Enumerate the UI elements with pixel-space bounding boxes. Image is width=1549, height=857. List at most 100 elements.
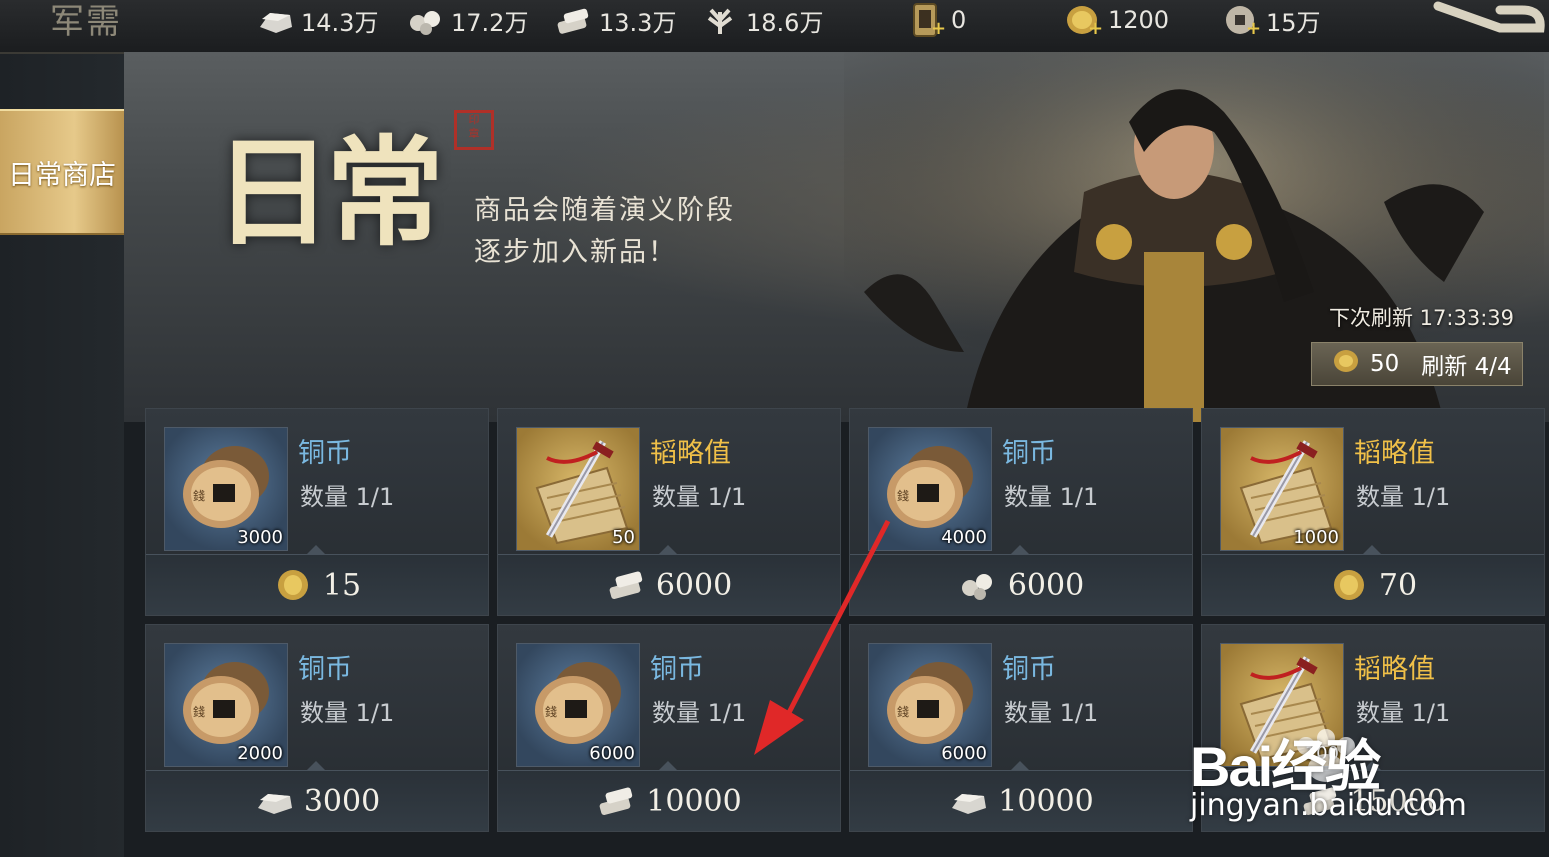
wood-icon <box>958 568 998 602</box>
banner-description: 商品会随着演义阶段 逐步加入新品！ <box>474 190 735 274</box>
plus-icon[interactable]: + <box>931 18 946 39</box>
shop-nav: 日常商店 <box>0 54 124 857</box>
divider-notch <box>1010 761 1030 771</box>
item-name: 铜币 <box>298 438 352 469</box>
copper-coin-icon: 錢 3000 <box>164 427 288 551</box>
divider-notch <box>306 761 326 771</box>
divider-notch <box>658 761 678 771</box>
resource-stone: 14.3万 <box>255 0 378 40</box>
resource-iron: 13.3万 <box>553 0 676 40</box>
item-price: 10000 <box>646 783 742 819</box>
resource-copper[interactable]: + 15万 <box>1220 0 1321 40</box>
iron-icon <box>606 568 646 602</box>
buy-button[interactable]: 6000 <box>850 545 1192 615</box>
iron-icon <box>553 3 593 37</box>
banner-desc-line: 商品会随着演义阶段 <box>474 195 735 226</box>
item-name: 铜币 <box>650 654 704 685</box>
resource-bar: 军需 14.3万 17.2万 13.3万 18.6万 + 0 + 1200 + … <box>0 0 1549 54</box>
resource-value: 15万 <box>1266 8 1321 37</box>
divider-notch <box>658 545 678 555</box>
buy-button[interactable]: 10000 <box>498 761 840 831</box>
annotation-arrow <box>754 519 891 755</box>
item-quantity: 6000 <box>941 743 987 764</box>
item-stock: 数量 1/1 <box>1004 483 1099 511</box>
buy-button[interactable]: 70 <box>1202 545 1544 615</box>
banner-title: 日常 <box>214 123 444 262</box>
seal-stamp: 印章 <box>454 110 494 150</box>
item-quantity: 1000 <box>1293 527 1339 548</box>
item-price: 10000 <box>998 783 1094 819</box>
svg-text:錢: 錢 <box>545 704 557 719</box>
refresh-button[interactable]: 50 刷新 4/4 <box>1311 342 1523 386</box>
plus-icon[interactable]: + <box>1088 18 1103 39</box>
resource-value: 1200 <box>1108 6 1170 34</box>
item-price: 6000 <box>1007 567 1085 603</box>
refresh-countdown: 下次刷新 17:33:39 <box>1329 306 1514 330</box>
resource-value: 13.3万 <box>599 8 677 37</box>
stone-icon <box>254 784 294 818</box>
stone-icon <box>948 784 988 818</box>
svg-text:錢: 錢 <box>193 704 205 719</box>
tab-daily-shop[interactable]: 日常商店 <box>0 109 124 235</box>
item-quantity: 2000 <box>237 743 283 764</box>
item-name: 铜币 <box>1002 438 1056 469</box>
resource-token[interactable]: + 0 <box>905 0 966 40</box>
divider-notch <box>306 545 326 555</box>
shop-item-card[interactable]: 錢 2000 铜币数量 1/1 3000 <box>145 624 489 832</box>
item-stock: 数量 1/1 <box>300 483 395 511</box>
plus-icon[interactable]: + <box>1246 18 1261 39</box>
buy-button[interactable]: 15 <box>146 545 488 615</box>
resource-value: 18.6万 <box>746 8 824 37</box>
resource-wood: 17.2万 <box>405 0 528 40</box>
item-name: 韬略值 <box>650 438 731 469</box>
resource-grain: 18.6万 <box>700 0 823 40</box>
shop-item-card[interactable]: 1000 韬略值数量 1/1 70 <box>1201 408 1545 616</box>
item-stock: 数量 1/1 <box>652 483 747 511</box>
gold-coin-icon <box>1332 348 1360 380</box>
item-stock: 数量 1/1 <box>300 699 395 727</box>
item-name: 铜币 <box>1002 654 1056 685</box>
item-name: 韬略值 <box>1354 654 1435 685</box>
item-stock: 数量 1/1 <box>1356 483 1451 511</box>
resource-value: 0 <box>951 6 967 34</box>
svg-text:錢: 錢 <box>897 488 909 503</box>
scroll-sword-icon: 50 <box>516 427 640 551</box>
item-price: 6000 <box>655 567 733 603</box>
buy-button[interactable]: 10000 <box>850 761 1192 831</box>
item-name: 铜币 <box>298 654 352 685</box>
wood-icon <box>405 3 445 37</box>
resource-value: 14.3万 <box>301 8 379 37</box>
divider-notch <box>1010 545 1030 555</box>
return-arrow-icon <box>1433 1 1545 33</box>
copper-coin-icon: 錢 2000 <box>164 643 288 767</box>
resource-gold[interactable]: + 1200 <box>1062 0 1169 40</box>
page-title: 军需 <box>50 2 122 42</box>
item-quantity: 4000 <box>941 527 987 548</box>
shop-banner: 日常 印章 商品会随着演义阶段 逐步加入新品！ 下次刷新 17:33:39 50… <box>124 52 1549 422</box>
item-quantity: 6000 <box>589 743 635 764</box>
item-stock: 数量 1/1 <box>652 699 747 727</box>
shop-item-card[interactable]: 錢 6000 铜币 数量 1/1 10000 <box>849 624 1193 832</box>
banner-desc-line: 逐步加入新品！ <box>474 237 677 268</box>
item-name: 韬略值 <box>1354 438 1435 469</box>
scroll-sword-icon: 1000 <box>1220 427 1344 551</box>
back-button[interactable] <box>1430 0 1545 42</box>
divider-notch <box>1362 545 1382 555</box>
shop-item-card[interactable]: 錢 4000 铜币数量 1/1 6000 <box>849 408 1193 616</box>
svg-text:錢: 錢 <box>193 488 205 503</box>
gold-coin-icon <box>1329 568 1369 602</box>
item-quantity: 50 <box>612 527 635 548</box>
item-price: 3000 <box>303 783 381 819</box>
item-quantity: 3000 <box>237 527 283 548</box>
shop-item-card[interactable]: 錢 3000 铜币数量 1/1 15 <box>145 408 489 616</box>
watermark-url: jingyan.baidu.com <box>1190 788 1467 823</box>
buy-button[interactable]: 3000 <box>146 761 488 831</box>
item-price: 15 <box>322 567 362 603</box>
refresh-cost: 50 <box>1370 351 1400 377</box>
refresh-label: 刷新 4/4 <box>1421 354 1512 380</box>
item-price: 70 <box>1378 567 1418 603</box>
stone-icon <box>255 3 295 37</box>
resource-value: 17.2万 <box>451 8 529 37</box>
gold-coin-icon <box>273 568 313 602</box>
iron-icon <box>596 784 636 818</box>
